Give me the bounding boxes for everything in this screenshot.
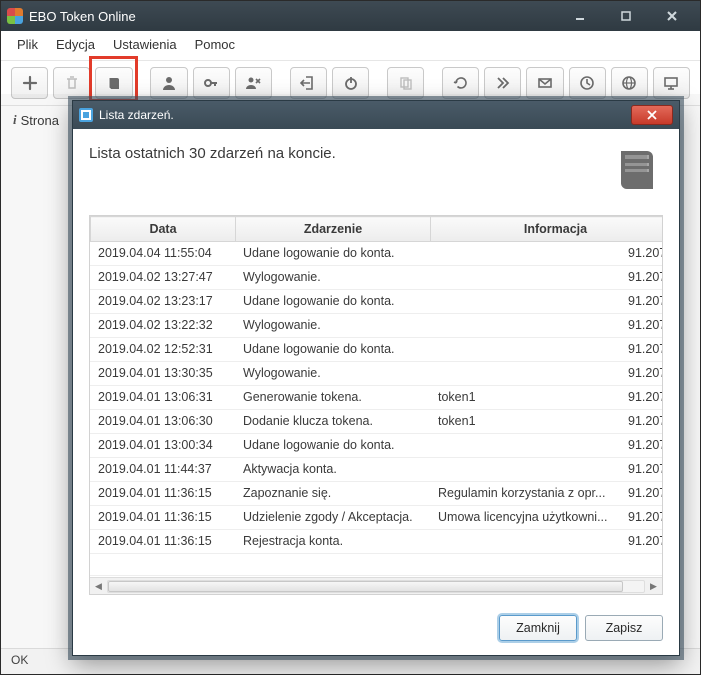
app-title: EBO Token Online [29, 9, 558, 24]
cell-event: Wylogowanie. [235, 266, 430, 290]
cell-event: Zapoznanie się. [235, 482, 430, 506]
cell-ip: 91.207 [620, 386, 662, 410]
cell-ip: 91.207 [620, 242, 662, 266]
menu-file[interactable]: Plik [17, 37, 38, 52]
table-row[interactable]: 2019.04.01 13:06:31Generowanie tokena.to… [90, 386, 662, 410]
cell-info [430, 290, 620, 314]
cell-ip: 91.207 [620, 266, 662, 290]
cell-info: Regulamin korzystania z opr... [430, 482, 620, 506]
dialog-title: Lista zdarzeń. [99, 108, 174, 122]
dialog-heading: Lista ostatnich 30 zdarzeń na koncie. [89, 145, 336, 162]
cell-info: token1 [430, 386, 620, 410]
cell-date: 2019.04.02 12:52:31 [90, 338, 235, 362]
table-row[interactable]: 2019.04.01 11:36:15Zapoznanie się.Regula… [90, 482, 662, 506]
cell-ip: 91.207 [620, 434, 662, 458]
col-date[interactable]: Data [91, 217, 236, 242]
col-event[interactable]: Zdarzenie [236, 217, 431, 242]
dialog-titlebar[interactable]: Lista zdarzeń. [73, 101, 679, 129]
table-row[interactable]: 2019.04.04 11:55:04Udane logowanie do ko… [90, 242, 662, 266]
cell-info [430, 458, 620, 482]
maximize-button[interactable] [604, 5, 648, 27]
cell-info [430, 434, 620, 458]
close-dialog-button[interactable]: Zamknij [499, 615, 577, 641]
cell-date: 2019.04.01 11:36:15 [90, 530, 235, 554]
col-info[interactable]: Informacja [431, 217, 664, 242]
cell-ip: 91.207 [620, 410, 662, 434]
scroll-thumb[interactable] [108, 581, 623, 592]
cell-date: 2019.04.01 13:06:30 [90, 410, 235, 434]
cell-ip: 91.207 [620, 362, 662, 386]
cell-info: token1 [430, 410, 620, 434]
cell-date: 2019.04.02 13:27:47 [90, 266, 235, 290]
close-button[interactable] [650, 5, 694, 27]
cell-date: 2019.04.01 11:36:15 [90, 506, 235, 530]
cell-date: 2019.04.04 11:55:04 [90, 242, 235, 266]
cell-ip: 91.207 [620, 506, 662, 530]
minimize-button[interactable] [558, 5, 602, 27]
cell-event: Udane logowanie do konta. [235, 242, 430, 266]
table-row[interactable]: 2019.04.01 11:36:15Rejestracja konta. 91.… [90, 530, 662, 554]
table-row[interactable]: 2019.04.01 11:44:37Aktywacja konta. 91.20… [90, 458, 662, 482]
cell-date: 2019.04.01 11:36:15 [90, 482, 235, 506]
cell-event: Udane logowanie do konta. [235, 290, 430, 314]
book-icon [611, 145, 663, 197]
cell-date: 2019.04.02 13:23:17 [90, 290, 235, 314]
table-row[interactable]: 2019.04.01 11:36:15Udzielenie zgody / Ak… [90, 506, 662, 530]
cell-date: 2019.04.01 13:06:31 [90, 386, 235, 410]
cell-ip: 91.207 [620, 458, 662, 482]
menu-settings[interactable]: Ustawienia [113, 37, 177, 52]
cell-info [430, 266, 620, 290]
table-row[interactable]: 2019.04.02 12:52:31Udane logowanie do ko… [90, 338, 662, 362]
save-button[interactable]: Zapisz [585, 615, 663, 641]
cell-date: 2019.04.01 11:44:37 [90, 458, 235, 482]
menu-help[interactable]: Pomoc [195, 37, 235, 52]
cell-event: Dodanie klucza tokena. [235, 410, 430, 434]
menu-edit[interactable]: Edycja [56, 37, 95, 52]
cell-info [430, 530, 620, 554]
table-row[interactable]: 2019.04.02 13:27:47Wylogowanie. 91.207 [90, 266, 662, 290]
scroll-right-icon[interactable]: ▶ [645, 578, 662, 595]
cell-info [430, 362, 620, 386]
menubar: Plik Edycja Ustawienia Pomoc [1, 31, 700, 61]
cell-ip: 91.207 [620, 530, 662, 554]
app-icon [7, 8, 23, 24]
cell-date: 2019.04.02 13:22:32 [90, 314, 235, 338]
cell-ip: 91.207 [620, 314, 662, 338]
table-row[interactable]: 2019.04.01 13:06:30Dodanie klucza tokena… [90, 410, 662, 434]
titlebar[interactable]: EBO Token Online [1, 1, 700, 31]
table-row[interactable]: 2019.04.02 13:23:17Udane logowanie do ko… [90, 290, 662, 314]
cell-event: Aktywacja konta. [235, 458, 430, 482]
cell-event: Udane logowanie do konta. [235, 434, 430, 458]
cell-info [430, 314, 620, 338]
table-row [90, 554, 662, 576]
table-row[interactable]: 2019.04.02 13:22:32Wylogowanie. 91.207 [90, 314, 662, 338]
cell-ip: 91.207 [620, 482, 662, 506]
horizontal-scrollbar[interactable]: ◀ ▶ [90, 577, 662, 594]
cell-ip: 91.207 [620, 338, 662, 362]
cell-info [430, 242, 620, 266]
cell-event: Udzielenie zgody / Akceptacja. [235, 506, 430, 530]
table-row[interactable]: 2019.04.01 13:00:34Udane logowanie do ko… [90, 434, 662, 458]
cell-event: Wylogowanie. [235, 362, 430, 386]
cell-event: Udane logowanie do konta. [235, 338, 430, 362]
cell-date: 2019.04.01 13:00:34 [90, 434, 235, 458]
cell-event: Generowanie tokena. [235, 386, 430, 410]
table-row[interactable]: 2019.04.01 13:30:35Wylogowanie. 91.207 [90, 362, 662, 386]
cell-event: Rejestracja konta. [235, 530, 430, 554]
cell-info [430, 338, 620, 362]
cell-date: 2019.04.01 13:30:35 [90, 362, 235, 386]
events-table: Data Zdarzenie Informacja 2019.04.04 11:… [89, 215, 663, 595]
cell-info: Umowa licencyjna użytkowni... [430, 506, 620, 530]
dialog-close-button[interactable] [631, 105, 673, 125]
events-dialog: Lista zdarzeń. Lista ostatnich 30 zdarze… [72, 100, 680, 656]
scroll-left-icon[interactable]: ◀ [90, 578, 107, 595]
cell-ip: 91.207 [620, 290, 662, 314]
cell-event: Wylogowanie. [235, 314, 430, 338]
dialog-icon [79, 108, 93, 122]
